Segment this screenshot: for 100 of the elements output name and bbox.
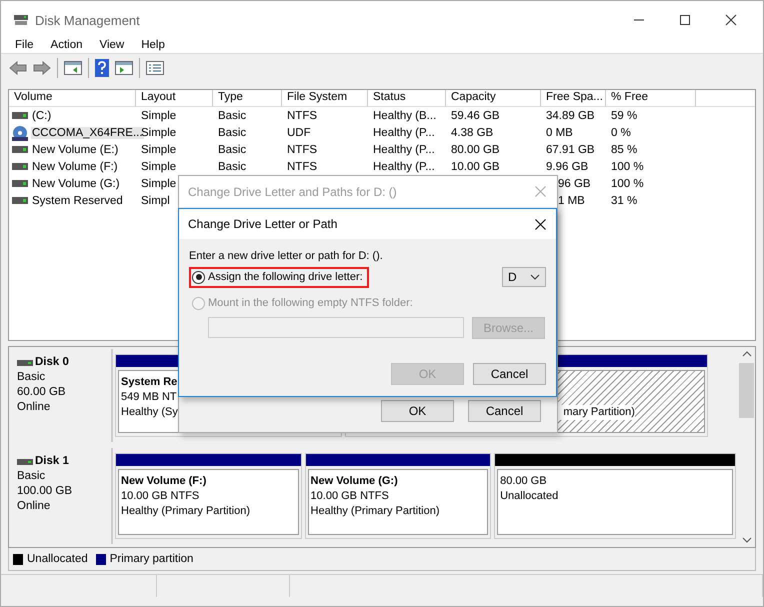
close-icon[interactable] — [725, 14, 737, 26]
table-cell-text: 85 % — [610, 144, 638, 156]
table-cell-text: UDF — [286, 126, 312, 138]
help-icon[interactable] — [95, 59, 109, 77]
table-cell-text: Basic — [217, 144, 248, 156]
column-header[interactable]: Layout — [136, 90, 213, 107]
table-cell-text: NTFS — [286, 160, 318, 172]
partition-block[interactable]: 80.00 GB Unallocated — [494, 453, 736, 539]
menu-item[interactable]: View — [92, 39, 134, 51]
scroll-up-icon[interactable] — [742, 351, 752, 357]
disk-status: Online — [17, 400, 52, 415]
table-cell-text: 0 % — [610, 126, 632, 138]
partition-block[interactable]: New Volume (G:) 10.00 GB NTFS Healthy (Primary Partition) — [304, 453, 492, 539]
checklist-icon[interactable] — [146, 61, 164, 75]
table-cell-text: 34.89 GB — [545, 110, 596, 122]
column-header[interactable]: Status — [368, 90, 446, 107]
table-cell-text: Healthy (P... — [372, 160, 436, 172]
legend-label: Primary partition — [110, 553, 194, 565]
table-cell-text: 1 MB — [557, 194, 586, 206]
table-cell-text: NTFS — [286, 110, 318, 122]
partition-name: New Volume (G:) — [310, 474, 399, 489]
disk-status: Online — [17, 499, 52, 514]
properties-icon[interactable] — [115, 61, 133, 75]
table-cell-text: Simple — [140, 144, 178, 156]
drive-label[interactable]: System Reserved — [31, 194, 124, 206]
column-header[interactable]: Free Spa... — [541, 90, 606, 107]
dialog-button[interactable]: OK — [381, 400, 454, 422]
dialog-title: Change Drive Letter or Path — [188, 217, 338, 231]
column-header[interactable]: File System — [282, 90, 368, 107]
disk-type: Basic — [17, 469, 46, 484]
window-title: Disk Management — [35, 12, 141, 28]
column-header[interactable]: Volume — [9, 90, 136, 107]
table-cell-text: 67.91 GB — [545, 144, 596, 156]
partition-size: 10.00 GB NTFS — [310, 489, 390, 504]
dialog-button[interactable]: Cancel — [468, 400, 541, 422]
back-icon[interactable] — [9, 61, 27, 75]
table-cell-text: 4.38 GB — [450, 126, 494, 138]
partition-name: System Re — [121, 375, 178, 390]
disk-size: 100.00 GB — [17, 484, 73, 499]
drive-label[interactable]: New Volume (E:) — [31, 144, 120, 156]
disk-name: Disk 0 — [35, 355, 69, 370]
partition-status: Unallocated — [500, 489, 560, 504]
partition-block[interactable]: New Volume (F:) 10.00 GB NTFS Healthy (Primary Partition) — [115, 453, 302, 539]
table-cell-text: 96 GB — [557, 178, 592, 190]
table-cell-text: Healthy (P... — [372, 144, 436, 156]
disk-name: Disk 1 — [35, 454, 69, 469]
disc-drive-icon — [12, 124, 28, 140]
disk-size: 60.00 GB — [17, 385, 67, 400]
column-header[interactable]: % Free — [606, 90, 696, 107]
menu-item[interactable]: File — [7, 39, 43, 51]
table-cell-text: NTFS — [286, 144, 318, 156]
drive-icon — [12, 112, 28, 119]
drive-icon — [12, 180, 28, 187]
table-cell-text: Healthy (B... — [372, 110, 438, 122]
table-cell-text: 100 % — [610, 160, 645, 172]
table-cell-text: Basic — [217, 160, 248, 172]
drive-letter-dropdown[interactable]: D — [502, 267, 546, 287]
prompt-text: Enter a new drive letter or path for D: (). — [189, 250, 384, 262]
scrollbar[interactable] — [738, 347, 755, 547]
table-cell-text: Simple — [140, 178, 178, 190]
drive-icon — [12, 163, 28, 170]
partition-size: 80.00 GB — [500, 474, 548, 489]
drive-icon — [17, 458, 33, 464]
table-cell-text: Basic — [217, 110, 248, 122]
drive-icon — [17, 360, 33, 366]
drive-icon — [12, 197, 28, 204]
disk-type: Basic — [17, 370, 46, 385]
table-cell-text: 59.46 GB — [450, 110, 501, 122]
column-header[interactable]: Capacity — [446, 90, 541, 107]
drive-label[interactable]: New Volume (F:) — [31, 160, 119, 172]
disk-icon — [13, 14, 29, 26]
table-cell-text: Simple — [140, 110, 178, 122]
maximize-icon[interactable] — [679, 14, 691, 26]
table-cell-text: Basic — [217, 126, 248, 138]
column-header[interactable]: Type — [213, 90, 282, 107]
partition-status: Healthy (Primary Partition) — [310, 504, 441, 519]
dialog-title: Change Drive Letter and Paths for D: () — [188, 184, 397, 198]
partition-status: Healthy (Sy — [121, 405, 179, 420]
menu-item[interactable]: Action — [42, 39, 92, 51]
table-cell-text: 9.96 GB — [545, 160, 590, 172]
table-cell-text: 80.00 GB — [450, 144, 501, 156]
radio-option[interactable]: Assign the following drive letter: — [189, 266, 369, 288]
partition-size: 10.00 GB NTFS — [121, 489, 200, 504]
menu-item[interactable]: Help — [133, 39, 174, 51]
dialog-button[interactable]: Cancel — [473, 363, 546, 385]
partition-size: 549 MB NT — [121, 390, 178, 405]
close-icon[interactable] — [535, 218, 546, 230]
scroll-thumb[interactable] — [739, 363, 754, 418]
drive-label[interactable]: (C:) — [31, 110, 52, 122]
console-tree-icon[interactable] — [64, 61, 82, 75]
forward-icon[interactable] — [33, 61, 51, 75]
drive-label[interactable]: New Volume (G:) — [31, 178, 121, 190]
table-cell-text: 100 % — [610, 178, 645, 190]
table-cell-text: 31 % — [610, 194, 638, 206]
partition-name: New Volume (F:) — [121, 474, 208, 489]
table-cell-text: 0 MB — [545, 126, 574, 138]
table-cell-text: Simple — [140, 160, 178, 172]
table-cell-text: 10.00 GB — [450, 160, 501, 172]
scroll-down-icon[interactable] — [742, 537, 752, 543]
legend-label: Unallocated — [27, 553, 88, 565]
